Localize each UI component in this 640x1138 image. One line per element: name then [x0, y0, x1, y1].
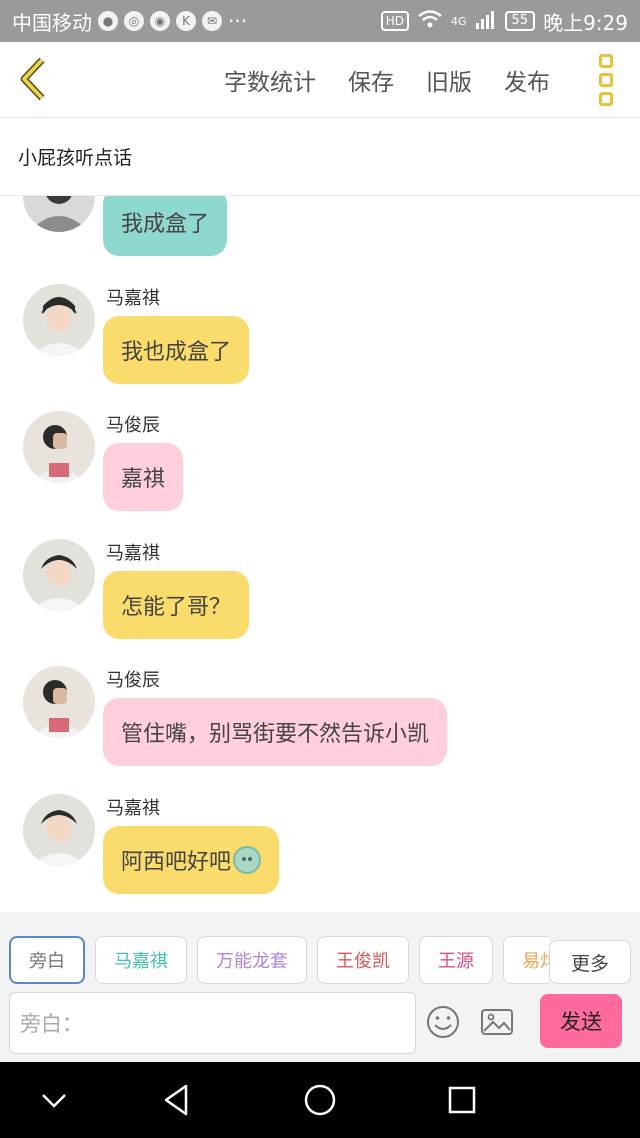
role-label: 马嘉祺 [114, 951, 168, 972]
hd-badge: HD [380, 11, 409, 31]
editor-header: 字数统计 保存 旧版 发布 [0, 42, 640, 118]
story-title-text: 小屁孩听点话 [18, 147, 133, 169]
message-bubble[interactable]: 嘉祺 [103, 443, 184, 511]
message-bubble[interactable]: 我成盒了 [103, 196, 228, 256]
system-nav-bar [0, 1062, 640, 1138]
message-bubble[interactable]: 管住嘴，别骂街要不然告诉小凯 [103, 698, 448, 766]
message-bubble[interactable]: 怎能了哥？ [103, 571, 250, 639]
mail-icon: ✉ [202, 11, 222, 31]
sender-name: 马嘉祺 [106, 543, 160, 564]
old-version-button[interactable]: 旧版 [426, 63, 472, 97]
message-text: 管住嘴，别骂街要不然告诉小凯 [121, 722, 430, 747]
status-bar: 中国移动 ● ◎ ◉ K ✉ ··· HD 4G 55 晚上9:29 [0, 0, 640, 42]
message-text: 怎能了哥？ [121, 595, 232, 620]
message-text: 我成盒了 [121, 212, 210, 237]
signal-icon [475, 9, 497, 34]
role-extras[interactable]: 万能龙套 [197, 936, 307, 984]
send-button[interactable]: 发送 [540, 994, 622, 1048]
wechat-icon: ● [98, 11, 118, 31]
role-wang-yuan[interactable]: 王源 [419, 936, 493, 984]
more-notifications-icon: ··· [228, 9, 248, 33]
more-roles-button[interactable]: 更多 [549, 940, 631, 984]
composer: 旁白 马嘉祺 万能龙套 王俊凯 王源 易烊 更多 旁白： 发送 [0, 912, 640, 1062]
message-bubble[interactable]: 阿西吧好吧 [103, 826, 280, 894]
avatar[interactable] [23, 539, 95, 611]
emoji-icon[interactable] [425, 1004, 461, 1040]
avatar[interactable] [23, 794, 95, 866]
role-yi-yang[interactable]: 易烊 [503, 936, 549, 984]
avatar[interactable] [23, 666, 95, 738]
more-roles-label: 更多 [570, 952, 609, 975]
menu-button[interactable] [596, 54, 616, 106]
clock: 晚上9:29 [543, 10, 628, 35]
battery-indicator: 55 [504, 11, 536, 31]
menu-dot-icon [599, 54, 613, 68]
sender-name: 马俊辰 [106, 670, 160, 691]
wifi-icon [417, 9, 443, 34]
role-narration[interactable]: 旁白 [9, 936, 85, 984]
back-triangle-icon[interactable] [158, 1080, 198, 1120]
send-label: 发送 [560, 1010, 602, 1034]
sender-name: 马嘉祺 [106, 798, 160, 819]
chevron-down-icon[interactable] [34, 1080, 74, 1120]
app-icon-3: K [176, 11, 196, 31]
role-label: 旁白 [29, 951, 65, 972]
message-text: 我也成盒了 [121, 340, 232, 365]
menu-dot-icon [599, 92, 613, 106]
publish-button[interactable]: 发布 [504, 63, 550, 97]
image-icon[interactable] [479, 1004, 515, 1040]
recents-square-icon[interactable] [442, 1080, 482, 1120]
network-type-label: 4G [451, 14, 467, 28]
avatar[interactable] [23, 411, 95, 483]
message-input[interactable]: 旁白： [9, 992, 416, 1054]
story-title[interactable]: 小屁孩听点话 [0, 118, 640, 196]
role-label: 王源 [438, 951, 474, 972]
role-label: 万能龙套 [216, 951, 288, 972]
role-selector: 旁白 马嘉祺 万能龙套 王俊凯 王源 易烊 [9, 936, 549, 984]
message-bubble[interactable]: 我也成盒了 [103, 316, 250, 384]
chevron-left-icon [20, 57, 45, 101]
role-wang-junkai[interactable]: 王俊凯 [317, 936, 409, 984]
message-text: 阿西吧好吧 [121, 850, 232, 875]
role-label: 易烊 [522, 951, 549, 972]
back-button[interactable] [14, 54, 54, 104]
menu-dot-icon [599, 73, 613, 87]
home-circle-icon[interactable] [300, 1080, 340, 1120]
sender-name: 马俊辰 [106, 415, 160, 436]
word-count-button[interactable]: 字数统计 [224, 63, 316, 97]
save-button[interactable]: 保存 [348, 63, 394, 97]
role-label: 王俊凯 [336, 951, 390, 972]
app-icon: ◎ [124, 11, 144, 31]
avatar[interactable] [23, 284, 95, 356]
app-icon-2: ◉ [150, 11, 170, 31]
input-placeholder: 旁白： [20, 1012, 83, 1036]
sender-name: 马嘉祺 [106, 288, 160, 309]
message-text: 嘉祺 [121, 467, 166, 492]
chat-list[interactable]: 我成盒了 马嘉祺 我也成盒了 马俊辰 嘉祺 马嘉祺 怎能了哥？ 马俊辰 管住嘴，… [0, 196, 640, 912]
avatar[interactable] [23, 196, 95, 232]
sad-sweat-emoji-icon [233, 846, 262, 874]
carrier-label: 中国移动 [12, 10, 92, 35]
role-ma-jiaqi[interactable]: 马嘉祺 [95, 936, 187, 984]
